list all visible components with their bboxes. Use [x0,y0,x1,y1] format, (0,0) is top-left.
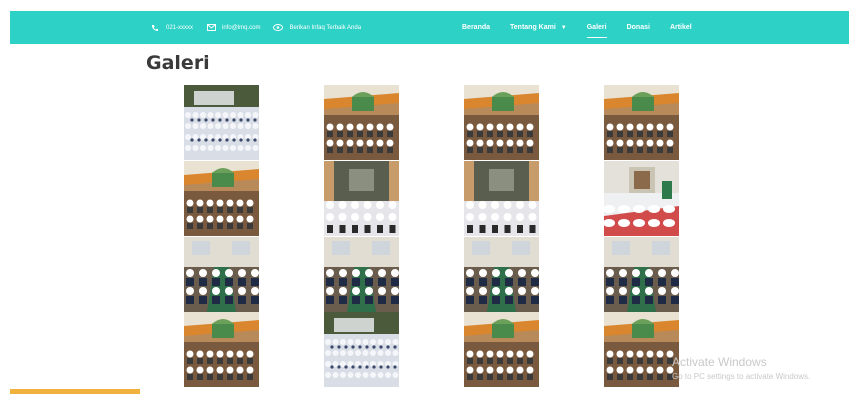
contact-email: info@lmq.com [206,23,260,33]
page-title: Galeri [146,52,210,74]
chevron-down-icon: ▼ [560,24,567,31]
nav-galeri[interactable]: Galeri [586,11,607,44]
nav-beranda[interactable]: Beranda [462,11,490,44]
gallery-photo[interactable] [324,312,399,387]
gallery-photo[interactable] [604,312,679,387]
taskbar-strip [10,389,140,394]
donate-hand-icon [273,23,284,33]
gallery-photo[interactable] [464,85,539,160]
contact-phone-text: 021-xxxxx [166,24,194,31]
gallery-photo[interactable] [184,85,259,160]
gallery-photo[interactable] [184,237,259,312]
contact-phone: 021-xxxxx [150,23,193,33]
gallery-photo[interactable] [324,85,399,160]
gallery-photo[interactable] [604,237,679,312]
gallery-photo[interactable] [604,85,679,160]
top-navigation-bar: 021-xxxxx info@lmq.com Berikan Infaq Ter… [10,11,849,44]
mail-icon [206,23,216,33]
nav-artikel[interactable]: Artikel [670,11,692,44]
watermark-title: Activate Windows [672,355,767,369]
gallery-photo[interactable] [604,161,679,236]
contact-donate-text: Berikan Infaq Terbaik Anda [289,24,362,31]
nav-tentang-kami[interactable]: Tentang Kami ▼ [510,11,567,44]
gallery-photo[interactable] [464,312,539,387]
contact-email-text: info@lmq.com [222,24,261,31]
gallery-photo[interactable] [184,161,259,236]
contact-info: 021-xxxxx info@lmq.com Berikan Infaq Ter… [150,11,374,44]
gallery-photo[interactable] [324,237,399,312]
watermark-subtitle: Go to PC settings to activate Windows. [672,372,811,381]
gallery-photo[interactable] [464,237,539,312]
nav-tentang-kami-label: Tentang Kami [510,24,556,31]
windows-activation-watermark: Activate Windows Go to PC settings to ac… [672,355,810,381]
photo-gallery [184,85,680,387]
main-menu: Beranda Tentang Kami ▼ Galeri Donasi Art… [462,11,712,44]
gallery-photo[interactable] [324,161,399,236]
gallery-photo[interactable] [464,161,539,236]
gallery-photo[interactable] [184,312,259,387]
phone-icon [150,23,160,33]
nav-donasi[interactable]: Donasi [627,11,650,44]
contact-donate: Berikan Infaq Terbaik Anda [273,23,361,33]
